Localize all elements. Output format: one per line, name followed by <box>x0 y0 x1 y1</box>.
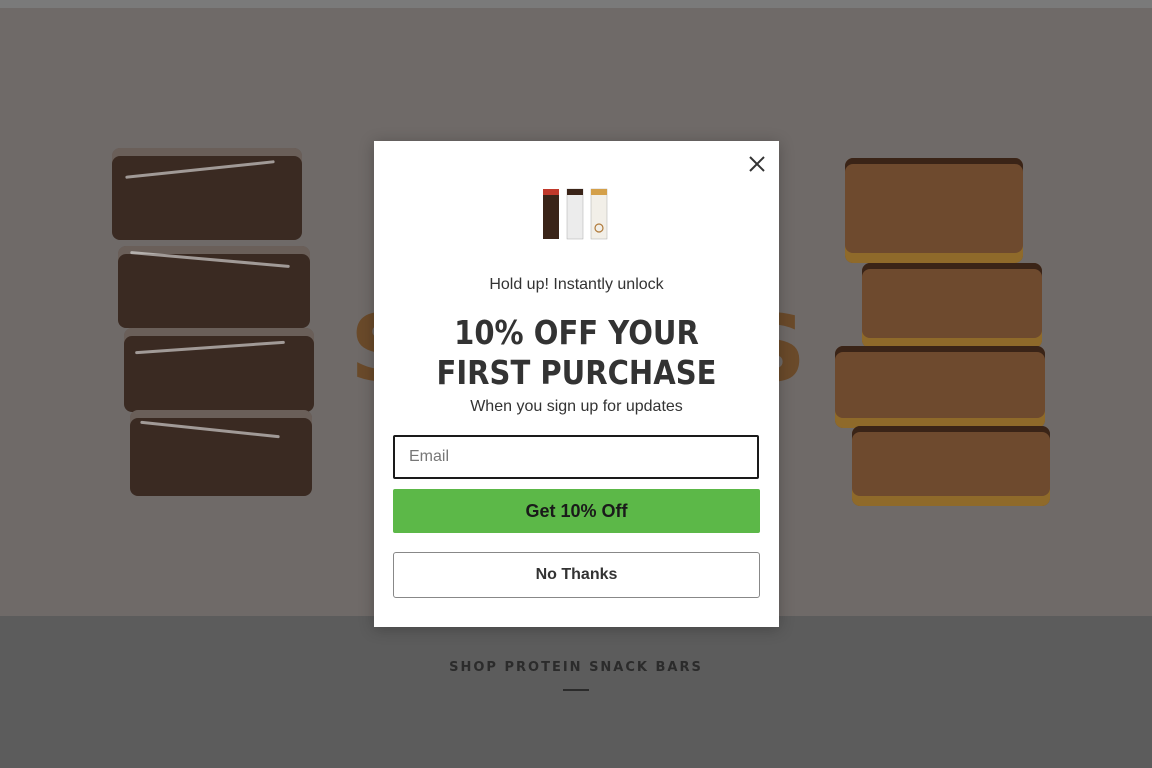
get-discount-button[interactable]: Get 10% Off <box>393 489 760 533</box>
email-field[interactable] <box>393 435 759 479</box>
section-title-underline <box>563 689 589 691</box>
close-icon[interactable] <box>746 153 768 175</box>
discount-signup-modal: Hold up! Instantly unlock 10% OFF YOUR F… <box>374 141 779 627</box>
shop-section <box>0 616 1152 768</box>
section-title: SHOP PROTEIN SNACK BARS <box>449 660 703 675</box>
modal-pre-title: Hold up! Instantly unlock <box>489 276 664 293</box>
no-thanks-button[interactable]: No Thanks <box>393 552 760 598</box>
top-bar <box>0 0 1152 8</box>
modal-sub-title: When you sign up for updates <box>470 398 683 415</box>
protein-bar-packages-logo <box>542 188 608 240</box>
modal-headline: 10% OFF YOUR FIRST PURCHASE <box>436 313 717 392</box>
